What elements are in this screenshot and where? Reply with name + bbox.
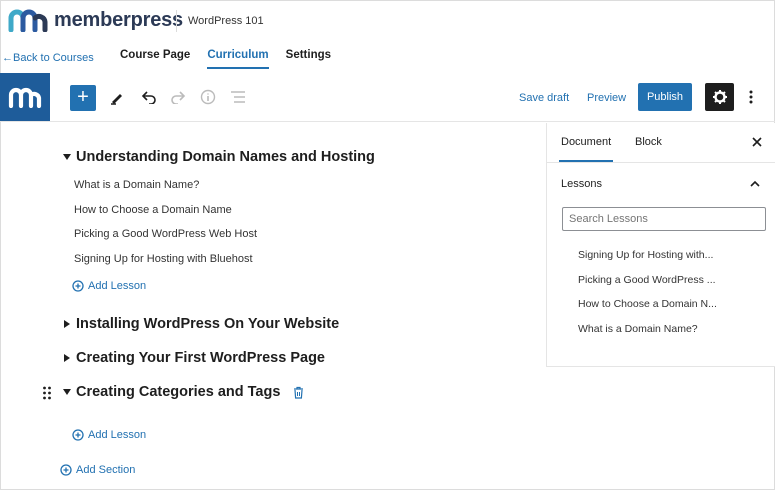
- undo-button[interactable]: [139, 87, 159, 107]
- sidebar-lesson-item[interactable]: Signing Up for Hosting with...: [578, 249, 713, 261]
- editor-toolbar: + Save draft Preview Publish: [0, 72, 775, 122]
- course-title: WordPress 101: [188, 15, 264, 27]
- section-title[interactable]: Installing WordPress On Your Website: [76, 316, 339, 332]
- sidebar-lesson-item[interactable]: What is a Domain Name?: [578, 323, 698, 335]
- back-to-courses-link[interactable]: ←Back to Courses: [2, 52, 94, 64]
- settings-sidebar: Document Block Lessons Signing Up for Ho…: [546, 123, 775, 367]
- plus-circle-icon: [72, 429, 84, 441]
- curriculum-editor: Understanding Domain Names and Hosting W…: [0, 123, 546, 490]
- brand-wordmark: memberpress: [54, 8, 183, 31]
- add-section-button[interactable]: Add Section: [60, 464, 135, 476]
- add-lesson-label: Add Lesson: [88, 280, 147, 292]
- sidebar-lesson-item[interactable]: How to Choose a Domain N...: [578, 298, 717, 310]
- tab-curriculum[interactable]: Curriculum: [207, 49, 269, 69]
- add-block-button[interactable]: +: [70, 85, 96, 111]
- caret-down-icon[interactable]: [62, 152, 72, 162]
- header-divider: [176, 10, 177, 32]
- details-button[interactable]: [198, 87, 218, 107]
- list-view-button[interactable]: [228, 87, 248, 107]
- edit-tool-button[interactable]: [107, 87, 127, 107]
- section-title[interactable]: Understanding Domain Names and Hosting: [76, 149, 375, 165]
- save-draft-button[interactable]: Save draft: [519, 92, 569, 104]
- section-title[interactable]: Creating Categories and Tags: [76, 384, 280, 400]
- caret-right-icon[interactable]: [62, 353, 72, 363]
- lessons-panel-heading[interactable]: Lessons: [561, 178, 602, 190]
- info-icon: [200, 89, 216, 105]
- section-header[interactable]: Installing WordPress On Your Website: [62, 316, 339, 332]
- lesson-item[interactable]: What is a Domain Name?: [74, 179, 199, 191]
- plus-icon: +: [77, 86, 89, 108]
- brand-logo[interactable]: memberpress: [8, 8, 183, 32]
- trash-icon[interactable]: [292, 386, 305, 399]
- gear-icon: [712, 90, 727, 104]
- nav-tabs: Course Page Curriculum Settings: [120, 49, 331, 69]
- tab-course-page[interactable]: Course Page: [120, 49, 190, 69]
- more-vertical-icon: [749, 90, 753, 104]
- caret-down-icon[interactable]: [62, 387, 72, 397]
- undo-icon: [141, 91, 156, 104]
- add-section-label: Add Section: [76, 464, 136, 476]
- plus-circle-icon: [72, 280, 84, 292]
- drag-handle-icon[interactable]: [42, 386, 52, 400]
- section-header[interactable]: Creating Your First WordPress Page: [62, 350, 325, 366]
- plus-circle-icon: [60, 464, 72, 476]
- memberpress-mark-icon: [8, 9, 48, 32]
- add-lesson-button[interactable]: Add Lesson: [72, 429, 146, 441]
- section-header[interactable]: Understanding Domain Names and Hosting: [62, 149, 375, 165]
- preview-button[interactable]: Preview: [587, 92, 626, 104]
- chevron-up-icon[interactable]: [749, 178, 761, 190]
- close-icon[interactable]: [750, 135, 764, 149]
- add-lesson-button[interactable]: Add Lesson: [72, 280, 146, 292]
- lesson-item[interactable]: How to Choose a Domain Name: [74, 204, 232, 216]
- redo-icon: [171, 91, 186, 104]
- more-options-button[interactable]: [744, 87, 758, 107]
- publish-button[interactable]: Publish: [638, 83, 692, 111]
- search-lessons-input[interactable]: [562, 207, 766, 231]
- sidebar-tabs: Document Block: [547, 123, 775, 163]
- pen-icon: [111, 94, 122, 105]
- memberpress-logo-icon[interactable]: [0, 73, 50, 121]
- redo-button[interactable]: [168, 87, 188, 107]
- lesson-item[interactable]: Picking a Good WordPress Web Host: [74, 228, 257, 240]
- tab-block[interactable]: Block: [635, 136, 662, 160]
- add-lesson-label: Add Lesson: [88, 429, 147, 441]
- course-nav: ←Back to Courses Course Page Curriculum …: [0, 42, 775, 72]
- sidebar-lesson-item[interactable]: Picking a Good WordPress ...: [578, 274, 716, 286]
- settings-button[interactable]: [705, 83, 734, 111]
- section-header[interactable]: Creating Categories and Tags: [62, 384, 305, 400]
- lesson-item[interactable]: Signing Up for Hosting with Bluehost: [74, 253, 253, 265]
- m-glyph-icon: [8, 87, 42, 108]
- caret-right-icon[interactable]: [62, 319, 72, 329]
- top-header: memberpress WordPress 101: [0, 0, 775, 42]
- tab-document[interactable]: Document: [559, 136, 614, 162]
- list-view-icon: [231, 91, 245, 103]
- tab-settings[interactable]: Settings: [286, 49, 331, 69]
- section-title[interactable]: Creating Your First WordPress Page: [76, 350, 325, 366]
